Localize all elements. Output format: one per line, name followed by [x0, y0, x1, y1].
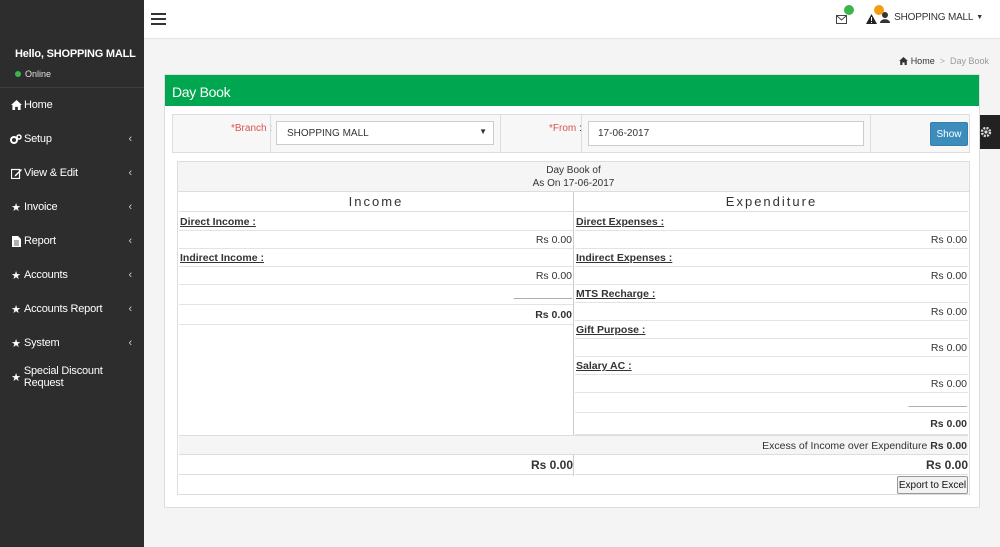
indirect-expenses-head: Indirect Expenses :: [575, 249, 968, 267]
salary-ac-amount: Rs 0.00: [575, 375, 968, 393]
user-menu[interactable]: SHOPPING MALL ▼: [880, 12, 983, 23]
sidebar-item-system[interactable]: ★ System ‹: [0, 326, 144, 360]
messages-badge: [844, 5, 854, 15]
edit-icon: [9, 166, 23, 180]
chevron-left-icon: ‹: [128, 167, 133, 179]
income-underline: __________: [179, 285, 573, 305]
sidebar-item-label: View & Edit: [24, 167, 78, 179]
breadcrumb-home-link[interactable]: Home: [911, 56, 935, 66]
report-title: Day Book of As On 17-06-2017: [178, 162, 969, 192]
day-book-panel: Day Book *Branch : SHOPPING MALL ▼ *From…: [164, 74, 980, 508]
sidebar-item-accounts[interactable]: ★ Accounts ‹: [0, 258, 144, 292]
branch-select-value: SHOPPING MALL: [287, 128, 369, 139]
branch-label: *Branch :: [231, 123, 272, 134]
topbar: SHOPPING MALL ▼: [144, 0, 1000, 39]
expenditure-header: Expenditure: [575, 192, 968, 212]
warning-icon[interactable]: [866, 5, 884, 26]
breadcrumb-current: Day Book: [949, 56, 989, 66]
sidebar-item-label: Accounts: [24, 269, 68, 281]
sidebar-item-report[interactable]: Report ‹: [0, 224, 144, 258]
sidebar-item-accounts-report[interactable]: ★ Accounts Report ‹: [0, 292, 144, 326]
direct-expenses-head: Direct Expenses :: [575, 213, 968, 231]
greeting: Hello, SHOPPING MALL: [15, 48, 136, 60]
sidebar-item-label: Special Discount Request: [23, 365, 103, 389]
income-subtotal: Rs 0.00: [179, 305, 573, 325]
online-dot-icon: [15, 71, 21, 77]
envelope-icon[interactable]: [836, 5, 854, 26]
chevron-left-icon: ‹: [128, 303, 133, 315]
excess-label: Excess of Income over Expenditure: [762, 440, 928, 452]
day-book-report: Day Book of As On 17-06-2017 Income Expe…: [177, 161, 970, 495]
star-icon: ★: [11, 201, 21, 214]
direct-income-head: Direct Income :: [179, 213, 573, 231]
expenditure-underline: __________: [575, 393, 968, 413]
sidebar-menu: Home Setup ‹ View & Edit ‹ ★ Invoice ‹ R…: [0, 88, 144, 394]
mts-recharge-head: MTS Recharge :: [575, 285, 968, 303]
sidebar: Hello, SHOPPING MALL Online Home Setup ‹…: [0, 0, 144, 547]
page-title: Day Book: [165, 75, 979, 106]
from-label: *From :: [549, 123, 582, 134]
sidebar-item-label: System: [24, 337, 60, 349]
status-label: Online: [25, 69, 52, 79]
cogs-icon: [9, 132, 23, 146]
income-total: Rs 0.00: [179, 455, 573, 475]
home-icon: [9, 98, 23, 112]
mts-recharge-amount: Rs 0.00: [575, 303, 968, 321]
column-divider: [573, 192, 574, 476]
sidebar-item-special-discount-request[interactable]: ★ Special Discount Request: [0, 360, 144, 394]
caret-down-icon: ▼: [976, 14, 983, 21]
select-arrow-icon: ▼: [479, 127, 487, 136]
online-status: Online: [15, 69, 144, 79]
indirect-expenses-amount: Rs 0.00: [575, 267, 968, 285]
star-icon: ★: [11, 337, 21, 350]
sidebar-item-label: Invoice: [24, 201, 58, 213]
user-icon: [880, 12, 891, 23]
indirect-income-head: Indirect Income :: [179, 249, 573, 267]
gift-purpose-amount: Rs 0.00: [575, 339, 968, 357]
branch-select[interactable]: SHOPPING MALL ▼: [276, 121, 494, 145]
excess-amount: Rs 0.00: [930, 440, 967, 452]
direct-expenses-amount: Rs 0.00: [575, 231, 968, 249]
excess-row: Excess of Income over Expenditure Rs 0.0…: [179, 435, 968, 455]
sidebar-item-label: Home: [24, 99, 53, 111]
from-date-input[interactable]: 17-06-2017: [588, 121, 864, 146]
show-button[interactable]: Show: [930, 122, 968, 146]
breadcrumb: Home > Day Book: [898, 56, 989, 66]
indirect-income-amount: Rs 0.00: [179, 267, 573, 285]
hamburger-menu-icon[interactable]: [151, 13, 166, 25]
sidebar-item-view-edit[interactable]: View & Edit ‹: [0, 156, 144, 190]
expenditure-total: Rs 0.00: [575, 455, 968, 475]
chevron-left-icon: ‹: [128, 133, 133, 145]
star-icon: ★: [11, 371, 21, 384]
breadcrumb-separator: >: [939, 56, 945, 66]
expenditure-subtotal: Rs 0.00: [575, 413, 968, 435]
sidebar-item-label: Accounts Report: [24, 303, 103, 315]
filter-row: *Branch : SHOPPING MALL ▼ *From : 17-06-…: [172, 114, 970, 153]
direct-income-amount: Rs 0.00: [179, 231, 573, 249]
user-panel: Hello, SHOPPING MALL Online: [0, 0, 144, 88]
chevron-left-icon: ‹: [128, 269, 133, 281]
sidebar-item-setup[interactable]: Setup ‹: [0, 122, 144, 156]
income-header: Income: [179, 192, 573, 212]
report-date: As On 17-06-2017: [532, 178, 615, 189]
sidebar-item-label: Setup: [24, 133, 52, 145]
salary-ac-head: Salary AC :: [575, 357, 968, 375]
home-icon: [898, 57, 908, 65]
gift-purpose-head: Gift Purpose :: [575, 321, 968, 339]
sidebar-item-home[interactable]: Home: [0, 88, 144, 122]
file-icon: [9, 234, 23, 248]
report-title-line1: Day Book of: [546, 165, 601, 176]
star-icon: ★: [11, 269, 21, 282]
chevron-left-icon: ‹: [128, 337, 133, 349]
chevron-left-icon: ‹: [128, 235, 133, 247]
sidebar-item-invoice[interactable]: ★ Invoice ‹: [0, 190, 144, 224]
chevron-left-icon: ‹: [128, 201, 133, 213]
star-icon: ★: [11, 303, 21, 316]
export-to-excel-button[interactable]: Export to Excel: [897, 476, 968, 494]
sidebar-item-label: Report: [24, 235, 56, 247]
user-name: SHOPPING MALL: [894, 12, 974, 23]
